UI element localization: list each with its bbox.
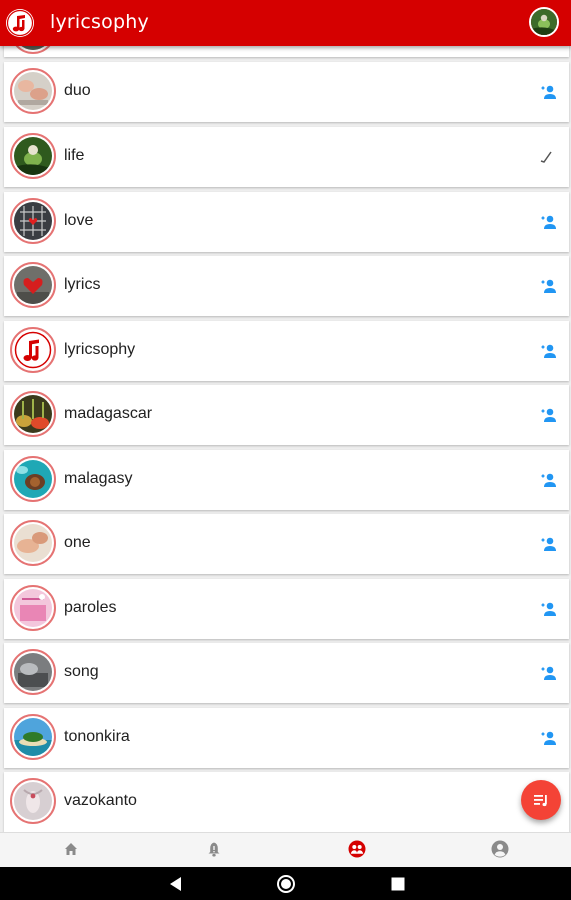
tag-avatar — [10, 198, 56, 244]
tag-name: vazokanto — [64, 792, 137, 809]
recents-icon[interactable] — [388, 874, 408, 894]
tag-name: song — [64, 663, 99, 680]
person-add-icon[interactable] — [539, 343, 557, 359]
tag-name: duo — [64, 82, 91, 99]
list-item[interactable]: life — [4, 127, 569, 187]
tag-avatar — [10, 649, 56, 695]
tag-name: lyricsophy — [64, 341, 136, 358]
tag-name: lyrics — [64, 276, 101, 293]
check-icon[interactable] — [540, 151, 552, 163]
user-avatar[interactable] — [529, 7, 559, 37]
bottom-navigation — [0, 832, 571, 867]
person-add-icon[interactable] — [539, 407, 557, 423]
tag-avatar — [10, 262, 56, 308]
person-add-icon[interactable] — [539, 84, 557, 100]
home-icon — [65, 843, 77, 855]
list-item[interactable]: vazokanto — [4, 772, 569, 832]
nav-account[interactable] — [429, 833, 571, 867]
list-item[interactable]: love — [4, 192, 569, 252]
tag-avatar — [10, 714, 56, 760]
tag-name: paroles — [64, 599, 117, 616]
tag-avatar — [10, 456, 56, 502]
bell-icon — [208, 842, 220, 857]
system-navigation-bar — [0, 867, 571, 900]
person-add-icon[interactable] — [539, 536, 557, 552]
tag-avatar — [10, 520, 56, 566]
list-item[interactable]: paroles — [4, 579, 569, 639]
tag-avatar — [10, 133, 56, 179]
list-item[interactable]: one — [4, 514, 569, 574]
list-item[interactable]: lyrics — [4, 256, 569, 316]
list-item[interactable]: tononkira — [4, 708, 569, 768]
nav-home[interactable] — [0, 833, 142, 867]
person-add-icon[interactable] — [539, 214, 557, 230]
playlist-fab-button[interactable] — [521, 780, 561, 820]
tag-name: madagascar — [64, 405, 153, 422]
person-add-icon[interactable] — [539, 601, 557, 617]
group-icon — [348, 840, 366, 858]
tag-name: tononkira — [64, 728, 130, 745]
person-add-icon[interactable] — [539, 730, 557, 746]
list-item[interactable]: song — [4, 643, 569, 703]
tag-avatar — [10, 68, 56, 114]
tag-avatar — [10, 327, 56, 373]
tag-name: one — [64, 534, 91, 551]
person-add-icon[interactable] — [539, 665, 557, 681]
account-circle-icon — [491, 840, 509, 858]
nav-notifications[interactable] — [143, 833, 285, 867]
list-item[interactable]: madagascar — [4, 385, 569, 445]
tag-name: love — [64, 212, 94, 229]
playlist-icon — [534, 795, 547, 807]
tag-avatar — [10, 391, 56, 437]
app-logo-icon[interactable] — [5, 8, 35, 38]
list-item[interactable]: malagasy — [4, 450, 569, 510]
app-bar: lyricsophy — [0, 0, 571, 46]
person-add-icon[interactable] — [539, 278, 557, 294]
home-circle-icon[interactable] — [276, 874, 296, 894]
tag-name: life — [64, 147, 85, 164]
person-add-icon[interactable] — [539, 472, 557, 488]
tag-name: malagasy — [64, 470, 133, 487]
back-icon[interactable] — [166, 874, 186, 894]
list-item[interactable]: lyricsophy — [4, 321, 569, 381]
list-item[interactable]: duo — [4, 62, 569, 122]
tag-avatar — [10, 778, 56, 824]
tag-list[interactable]: duo life love lyrics lyricsophy madagasc… — [0, 42, 571, 832]
tag-avatar — [10, 585, 56, 631]
nav-tags[interactable] — [286, 833, 428, 867]
app-title: lyricsophy — [50, 11, 149, 33]
